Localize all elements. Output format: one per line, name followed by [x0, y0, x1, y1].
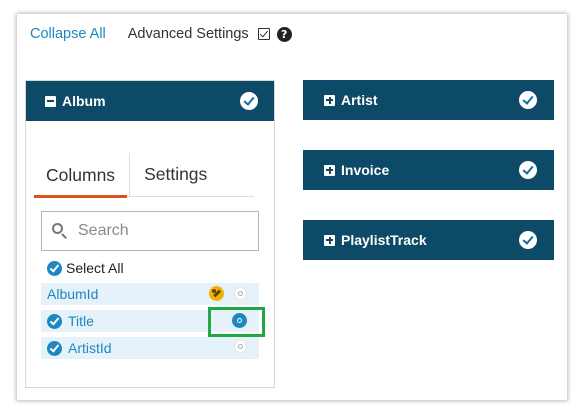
invoice-selected-check-icon[interactable]: [519, 161, 537, 179]
tab-divider: [129, 153, 131, 197]
collapse-all-link[interactable]: Collapse All: [30, 26, 106, 42]
column-check-icon[interactable]: [47, 313, 62, 329]
playlisttrack-table-panel[interactable]: PlaylistTrack: [303, 220, 554, 260]
toolbar: Collapse All Advanced Settings ?: [30, 25, 292, 43]
primary-key-icon: [209, 286, 224, 301]
invoice-table-panel[interactable]: Invoice: [303, 150, 554, 190]
playlisttrack-table-name: PlaylistTrack: [341, 232, 427, 248]
album-panel-header[interactable]: Album: [26, 81, 274, 121]
playlisttrack-selected-check-icon[interactable]: [519, 231, 537, 249]
select-all-label: Select All: [66, 260, 124, 276]
search-filter-icon[interactable]: [234, 287, 247, 300]
column-search-input[interactable]: Search: [41, 211, 259, 251]
advanced-settings-checkbox[interactable]: [257, 28, 270, 40]
column-row-albumid[interactable]: AlbumId: [41, 283, 259, 305]
collapse-minus-icon[interactable]: [45, 95, 56, 107]
tab-settings[interactable]: Settings: [132, 153, 219, 195]
expand-plus-icon[interactable]: [324, 164, 335, 176]
artist-selected-check-icon[interactable]: [519, 91, 537, 109]
album-table-panel: Album Columns Settings Search Select All…: [25, 80, 275, 388]
help-icon[interactable]: ?: [276, 26, 292, 42]
settings-card: Collapse All Advanced Settings ? Album C…: [17, 14, 567, 400]
album-selected-check-icon[interactable]: [240, 92, 258, 110]
column-row-artistid[interactable]: ArtistId: [41, 337, 259, 359]
column-label: Title: [68, 313, 94, 329]
artist-table-panel[interactable]: Artist: [303, 80, 554, 120]
advanced-settings-label: Advanced Settings: [127, 26, 249, 42]
column-check-icon[interactable]: [47, 340, 62, 356]
search-placeholder: Search: [78, 222, 129, 239]
highlight-annotation: [208, 307, 265, 337]
expand-plus-icon[interactable]: [324, 234, 335, 246]
select-all-option[interactable]: Select All: [47, 260, 124, 276]
artist-table-name: Artist: [341, 92, 378, 108]
album-tabs: Columns Settings: [34, 153, 254, 198]
search-icon: [52, 223, 68, 239]
album-table-name: Album: [62, 93, 106, 109]
expand-plus-icon[interactable]: [324, 94, 335, 106]
column-label: AlbumId: [47, 286, 99, 302]
invoice-table-name: Invoice: [341, 162, 390, 178]
tab-columns[interactable]: Columns: [34, 153, 128, 198]
select-all-check-icon[interactable]: [47, 260, 62, 276]
search-filter-icon[interactable]: [234, 340, 247, 353]
column-label: ArtistId: [68, 340, 112, 356]
